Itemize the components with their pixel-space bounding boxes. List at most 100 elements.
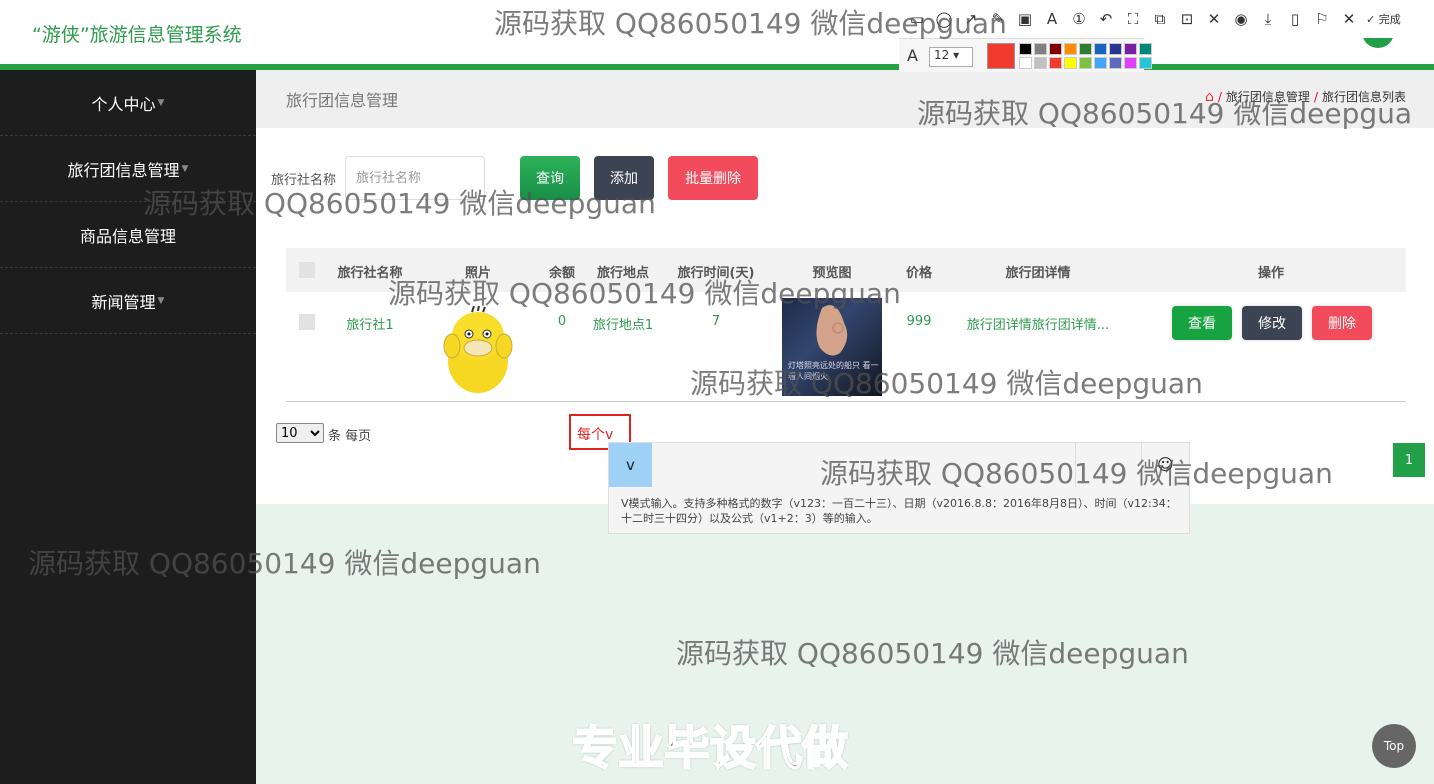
ime-divider bbox=[1075, 443, 1076, 487]
close-icon[interactable]: ✕ bbox=[1339, 10, 1359, 28]
promo-banner: 专业毕设代做 bbox=[571, 720, 849, 776]
download-icon[interactable]: ⤓ bbox=[1258, 10, 1278, 28]
font-icon: A bbox=[907, 46, 918, 65]
watermark: 源码获取 QQ86050149 微信deepguan bbox=[676, 637, 1189, 670]
add-button[interactable]: 添加 bbox=[594, 156, 654, 200]
duck-photo[interactable] bbox=[438, 306, 518, 396]
row-checkbox[interactable] bbox=[299, 314, 315, 330]
color-swatch[interactable] bbox=[1109, 57, 1122, 69]
font-size-select[interactable]: 12 ▾ bbox=[929, 47, 973, 67]
color-swatch[interactable] bbox=[1124, 57, 1137, 69]
sidebar-item-label: 旅行团信息管理 bbox=[67, 160, 180, 180]
cell-location: 旅行地点1 bbox=[592, 318, 654, 333]
color-swatch[interactable] bbox=[1109, 43, 1122, 55]
color-swatch[interactable] bbox=[1094, 43, 1107, 55]
column-header: 照片 bbox=[464, 266, 492, 281]
smile-icon[interactable]: ☺ bbox=[1157, 455, 1174, 474]
breadcrumb-separator: / bbox=[1313, 89, 1318, 104]
page-number-button[interactable]: 1 bbox=[1393, 443, 1425, 477]
current-color-swatch[interactable] bbox=[987, 43, 1015, 69]
breadcrumb: ⌂ / 旅行团信息管理 / 旅行团信息列表 bbox=[1205, 88, 1406, 105]
color-swatch[interactable] bbox=[1019, 43, 1032, 55]
color-palette bbox=[1019, 43, 1152, 69]
breadcrumb-separator: / bbox=[1217, 89, 1222, 104]
pin-icon[interactable]: ✕ bbox=[1204, 10, 1224, 28]
cell-details: 旅行团详情旅行团详情... bbox=[966, 318, 1110, 333]
tour-group-table: 旅行社名称 照片 余额 旅行地点 旅行时间(天) 预览图 价格 旅行团详情 操作… bbox=[286, 248, 1406, 402]
pen-tool-icon[interactable]: ✎ bbox=[988, 10, 1008, 28]
color-swatch[interactable] bbox=[1124, 43, 1137, 55]
cell-days: 7 bbox=[711, 314, 721, 329]
breadcrumb-item[interactable]: 旅行团信息列表 bbox=[1322, 88, 1406, 105]
sidebar-item-label: 新闻管理 bbox=[91, 292, 156, 312]
ellipse-tool-icon[interactable]: ◯ bbox=[934, 10, 954, 28]
batch-delete-button[interactable]: 批量删除 bbox=[668, 156, 758, 200]
copy-icon[interactable]: ⧉ bbox=[1150, 10, 1170, 28]
undo-icon[interactable]: ↶ bbox=[1096, 10, 1116, 28]
color-swatch[interactable] bbox=[1139, 43, 1152, 55]
column-header: 余额 bbox=[548, 266, 576, 281]
color-swatch[interactable] bbox=[1019, 57, 1032, 69]
column-header: 价格 bbox=[905, 266, 933, 281]
select-all-checkbox[interactable] bbox=[299, 262, 315, 278]
column-header: 旅行地点 bbox=[596, 266, 650, 281]
edit-button[interactable]: 修改 bbox=[1242, 306, 1302, 340]
title-bar: 旅行团信息管理 ⌂ / 旅行团信息管理 / 旅行团信息列表 bbox=[256, 70, 1434, 128]
number-tool-icon[interactable]: ① bbox=[1069, 10, 1089, 28]
color-swatch[interactable] bbox=[1094, 57, 1107, 69]
fullscreen-icon[interactable]: ⊡ bbox=[1177, 10, 1197, 28]
sidebar-item-label: 个人中心 bbox=[91, 94, 156, 114]
rectangle-tool-icon[interactable]: ▭ bbox=[907, 10, 927, 28]
column-header: 旅行团详情 bbox=[1005, 266, 1071, 281]
device-icon[interactable]: ▯ bbox=[1285, 10, 1305, 28]
color-swatch[interactable] bbox=[1064, 43, 1077, 55]
column-header: 操作 bbox=[1257, 266, 1285, 281]
delete-button[interactable]: 删除 bbox=[1312, 306, 1372, 340]
sidebar-item-label: 商品信息管理 bbox=[79, 226, 176, 246]
chevron-down-icon: ▼ bbox=[157, 97, 165, 108]
color-swatch[interactable] bbox=[1139, 57, 1152, 69]
page-size-select[interactable]: 10 bbox=[276, 423, 324, 443]
sidebar-item-news[interactable]: 新闻管理 ▼ bbox=[0, 268, 256, 334]
sidebar-item-goods[interactable]: 商品信息管理 bbox=[0, 202, 256, 268]
cell-price: 999 bbox=[906, 314, 932, 329]
sidebar-item-tour-group[interactable]: 旅行团信息管理 ▼ bbox=[0, 136, 256, 202]
done-button[interactable]: ✓ 完成 bbox=[1366, 11, 1401, 27]
color-swatch[interactable] bbox=[1034, 57, 1047, 69]
mosaic-tool-icon[interactable]: ▣ bbox=[1015, 10, 1035, 28]
per-page-label: 条 每页 bbox=[328, 429, 372, 444]
chevron-down-icon: ▼ bbox=[181, 163, 189, 174]
bookmark-icon[interactable]: ⚐ bbox=[1312, 10, 1332, 28]
cell-agency: 旅行社1 bbox=[346, 318, 394, 333]
color-swatch[interactable] bbox=[1049, 43, 1062, 55]
back-to-top-button[interactable]: Top bbox=[1372, 724, 1416, 768]
app-title: “游侠”旅游信息管理系统 bbox=[32, 24, 242, 46]
ime-candidate[interactable]: v bbox=[609, 443, 652, 487]
preview-image[interactable]: 灯塔照亮远处的船只 看一看人间烟火 bbox=[782, 298, 882, 396]
crop-icon[interactable]: ⛶ bbox=[1123, 10, 1143, 28]
home-icon[interactable]: ⌂ bbox=[1205, 89, 1214, 105]
preview-caption: 灯塔照亮远处的船只 看一看人间烟火 bbox=[788, 361, 879, 381]
color-swatch[interactable] bbox=[1034, 43, 1047, 55]
sidebar-item-personal-center[interactable]: 个人中心 ▼ bbox=[0, 70, 256, 136]
color-swatch[interactable] bbox=[1079, 57, 1092, 69]
text-tool-icon[interactable]: A bbox=[1042, 10, 1062, 28]
record-icon[interactable]: ◉ bbox=[1231, 10, 1251, 28]
annotation-toolbar: ▭ ◯ ↗ ✎ ▣ A ① ↶ ⛶ ⧉ ⊡ ✕ ◉ ⤓ ▯ ⚐ ✕ ✓ 完成 bbox=[899, 0, 1434, 38]
table-header: 旅行社名称 照片 余额 旅行地点 旅行时间(天) 预览图 价格 旅行团详情 操作 bbox=[286, 248, 1406, 292]
ime-hint-text: V模式输入。支持多种格式的数字（v123：一百二十三）、日期（v2016.8.8… bbox=[621, 497, 1177, 525]
cell-balance: 0 bbox=[557, 314, 567, 329]
chevron-down-icon: ▼ bbox=[157, 295, 165, 306]
color-swatch[interactable] bbox=[1079, 43, 1092, 55]
view-button[interactable]: 查看 bbox=[1172, 306, 1232, 340]
color-swatch[interactable] bbox=[1049, 57, 1062, 69]
agency-search-input[interactable] bbox=[345, 156, 485, 200]
page-title: 旅行团信息管理 bbox=[286, 91, 399, 110]
column-header: 旅行时间(天) bbox=[677, 266, 755, 281]
breadcrumb-item[interactable]: 旅行团信息管理 bbox=[1226, 88, 1310, 105]
color-swatch[interactable] bbox=[1064, 57, 1077, 69]
query-button[interactable]: 查询 bbox=[520, 156, 580, 200]
sidebar: 个人中心 ▼ 旅行团信息管理 ▼ 商品信息管理 新闻管理 ▼ bbox=[0, 70, 256, 784]
arrow-tool-icon[interactable]: ↗ bbox=[961, 10, 981, 28]
ime-candidate-panel: v ☺ V模式输入。支持多种格式的数字（v123：一百二十三）、日期（v2016… bbox=[608, 442, 1190, 534]
